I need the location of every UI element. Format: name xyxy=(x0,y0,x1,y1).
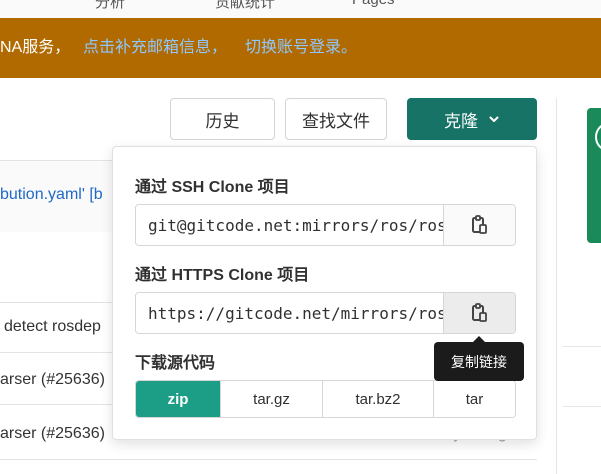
download-tar-gz-button[interactable]: tar.gz xyxy=(220,381,322,417)
sidebar-card xyxy=(587,108,601,243)
commit-message: arser (#25636) xyxy=(0,425,105,442)
sidebar-divider-line xyxy=(563,406,601,407)
clipboard-icon xyxy=(471,215,487,234)
switch-account-link[interactable]: 切换账号登录。 xyxy=(245,18,357,78)
top-nav: 分析 贡献统计 Pages xyxy=(0,0,601,18)
copy-link-tooltip: 复制链接 xyxy=(434,336,524,381)
commit-message: detect rosdep xyxy=(4,318,101,335)
sidebar-card-icon xyxy=(595,122,601,152)
clone-button[interactable]: 克隆 xyxy=(407,98,537,140)
add-email-link[interactable]: 点击补充邮箱信息， xyxy=(83,18,227,78)
chevron-down-icon xyxy=(489,116,499,122)
nav-item-stats[interactable]: 贡献统计 xyxy=(215,0,275,12)
download-format-group: zip tar.gz tar.bz2 tar xyxy=(135,380,516,418)
ssh-url-input[interactable] xyxy=(136,205,445,245)
nav-item-analysis[interactable]: 分析 xyxy=(95,0,125,12)
https-copy-button[interactable] xyxy=(443,293,515,333)
commit-message-link[interactable]: bution.yaml' [b xyxy=(0,186,103,204)
tooltip-text: 复制链接 xyxy=(451,353,507,370)
ssh-url-group xyxy=(135,204,516,246)
banner-text: NA服务， xyxy=(0,39,71,56)
sidebar-divider xyxy=(556,98,557,474)
find-file-button-label: 查找文件 xyxy=(302,111,370,131)
download-zip-button[interactable]: zip xyxy=(136,381,220,417)
https-url-input[interactable] xyxy=(136,293,445,333)
clone-dropdown: 通过 SSH Clone 项目 通过 HTTPS Clone 项目 下载源代码 … xyxy=(112,146,537,440)
download-source-label: 下载源代码 xyxy=(135,355,216,372)
ssh-copy-button[interactable] xyxy=(443,205,515,245)
nav-item-pages[interactable]: Pages xyxy=(352,0,395,8)
clipboard-icon xyxy=(471,303,487,322)
email-warning-banner: NA服务， 点击补充邮箱信息， 切换账号登录。 xyxy=(0,18,601,78)
clone-button-label: 克隆 xyxy=(444,111,478,131)
find-file-button[interactable]: 查找文件 xyxy=(285,98,387,140)
ssh-clone-label: 通过 SSH Clone 项目 xyxy=(135,179,290,196)
download-tar-bz2-button[interactable]: tar.bz2 xyxy=(322,381,433,417)
https-url-group xyxy=(135,292,516,334)
sidebar-divider-line xyxy=(563,346,601,347)
commit-message: arser (#25636) xyxy=(0,371,105,388)
history-button[interactable]: 历史 xyxy=(170,98,275,140)
history-button-label: 历史 xyxy=(205,111,240,131)
https-clone-label: 通过 HTTPS Clone 项目 xyxy=(135,267,310,284)
download-tar-button[interactable]: tar xyxy=(433,381,515,417)
